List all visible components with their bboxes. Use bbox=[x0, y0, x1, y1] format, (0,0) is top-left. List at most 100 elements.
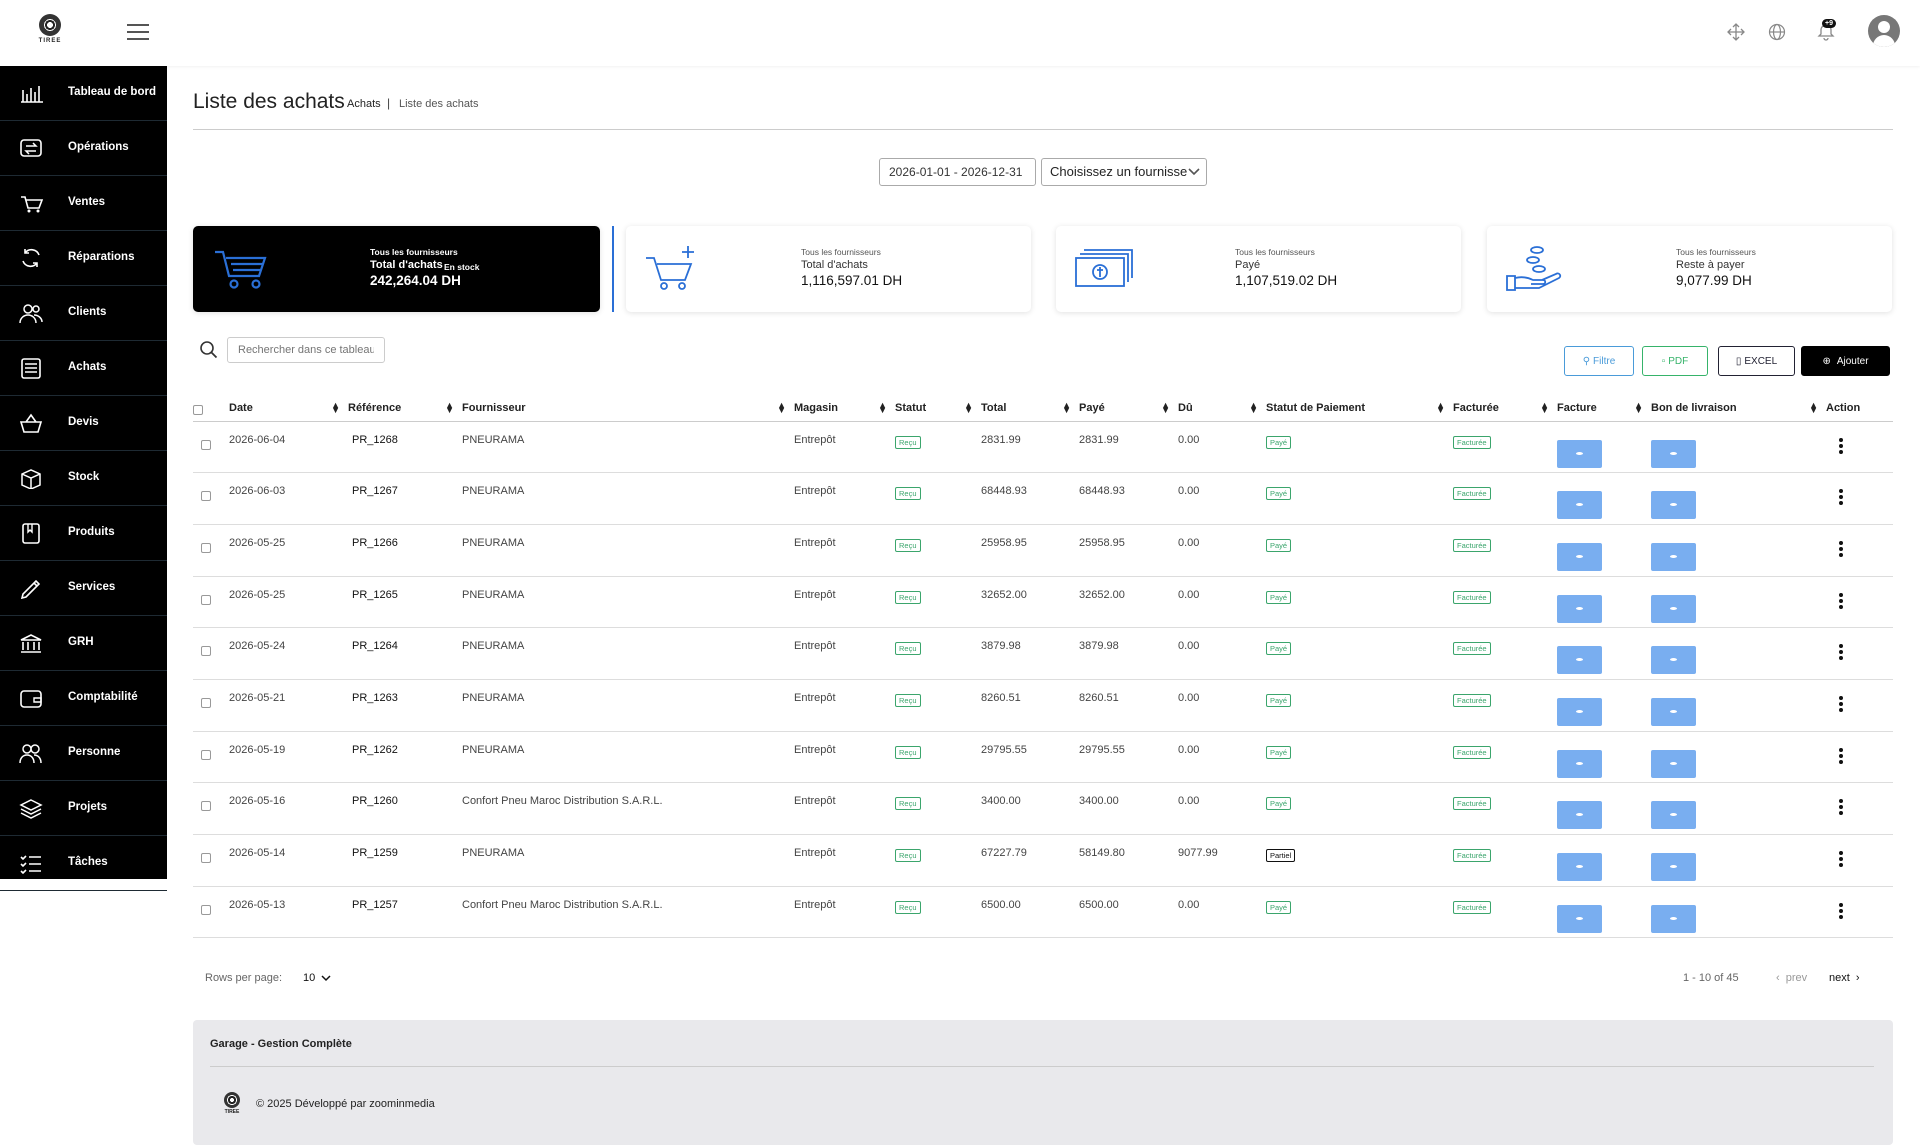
select-all-checkbox[interactable] bbox=[193, 404, 203, 415]
view-invoice-button[interactable] bbox=[1557, 697, 1602, 726]
column-header[interactable]: Statut de Paiement ▲ ▼ bbox=[1266, 396, 1453, 422]
chevron-down-icon[interactable] bbox=[321, 973, 331, 983]
view-delivery-note-button[interactable] bbox=[1651, 646, 1696, 675]
table-row[interactable]: 2026-05-21 PR_1263 PNEURAMA Entrepôt Reçu 826… bbox=[193, 679, 1893, 732]
globe-icon[interactable] bbox=[1767, 22, 1787, 42]
table-row[interactable]: 2026-05-13 PR_1257 Confort Pneu Maroc Dist… bbox=[193, 886, 1893, 939]
search-input[interactable] bbox=[227, 337, 385, 363]
more-vertical-icon[interactable] bbox=[1838, 644, 1844, 664]
table-row[interactable]: 2026-05-14 PR_1259 PNEURAMA Entrepôt Reçu 672… bbox=[193, 834, 1893, 887]
column-header[interactable]: Payé ▲ ▼ bbox=[1079, 396, 1178, 422]
more-vertical-icon[interactable] bbox=[1838, 540, 1844, 561]
table-row[interactable]: 2026-06-04 PR_1268 PNEURAMA Entrepôt Reçu 283… bbox=[193, 421, 1893, 474]
next-page-button[interactable]: next › bbox=[1829, 972, 1860, 984]
column-header[interactable]: Total ▲ ▼ bbox=[981, 396, 1079, 422]
sort-icon[interactable]: ▲ ▼ bbox=[777, 401, 786, 415]
cell-reference[interactable]: PR_1263 bbox=[348, 679, 462, 732]
row-checkbox[interactable] bbox=[201, 853, 211, 863]
view-delivery-note-button[interactable] bbox=[1651, 904, 1696, 933]
user-avatar[interactable] bbox=[1868, 15, 1900, 47]
menu-toggle-icon[interactable] bbox=[127, 24, 149, 40]
row-checkbox[interactable] bbox=[201, 542, 211, 553]
row-checkbox[interactable] bbox=[201, 904, 211, 915]
sort-icon[interactable]: ▲ ▼ bbox=[1161, 401, 1170, 415]
view-invoice-button[interactable] bbox=[1557, 801, 1602, 830]
sidebar-item-produits[interactable]: Produits bbox=[0, 506, 167, 561]
view-delivery-note-button[interactable] bbox=[1651, 801, 1696, 830]
more-vertical-icon[interactable] bbox=[1838, 747, 1844, 768]
sidebar-item-projets[interactable]: Projets bbox=[0, 781, 167, 836]
view-invoice-button[interactable] bbox=[1557, 646, 1602, 675]
search-icon[interactable] bbox=[199, 340, 219, 360]
more-vertical-icon[interactable] bbox=[1838, 695, 1844, 716]
fullscreen-icon[interactable] bbox=[1726, 22, 1746, 42]
sort-icon[interactable]: ▲ ▼ bbox=[1062, 401, 1071, 415]
table-row[interactable]: 2026-06-03 PR_1267 PNEURAMA Entrepôt Reçu 684… bbox=[193, 472, 1893, 525]
more-vertical-icon[interactable] bbox=[1838, 592, 1844, 613]
excel-button[interactable]: ▯ EXCEL bbox=[1718, 346, 1795, 376]
sidebar-item-achats[interactable]: Achats bbox=[0, 341, 167, 396]
prev-page-button[interactable]: ‹ prev bbox=[1776, 972, 1807, 984]
more-vertical-icon[interactable] bbox=[1838, 799, 1844, 819]
sidebar-item-taches[interactable]: Tâches bbox=[0, 836, 167, 891]
view-delivery-note-button[interactable] bbox=[1651, 439, 1696, 468]
column-header[interactable]: Fournisseur ▲ ▼ bbox=[462, 396, 794, 422]
view-delivery-note-button[interactable] bbox=[1651, 594, 1696, 623]
cell-reference[interactable]: PR_1264 bbox=[348, 627, 462, 680]
filter-button[interactable]: ⚲ Filtre bbox=[1564, 346, 1634, 376]
add-button[interactable]: ⊕ Ajouter bbox=[1801, 346, 1890, 376]
sidebar-item-devis[interactable]: Devis bbox=[0, 396, 167, 451]
row-checkbox[interactable] bbox=[201, 801, 211, 812]
column-header[interactable]: Facturée ▲ ▼ bbox=[1453, 396, 1557, 422]
row-checkbox[interactable] bbox=[201, 594, 211, 605]
table-row[interactable]: 2026-05-25 PR_1265 PNEURAMA Entrepôt Reçu 326… bbox=[193, 576, 1893, 629]
more-vertical-icon[interactable] bbox=[1838, 851, 1844, 871]
row-checkbox[interactable] bbox=[201, 439, 211, 450]
more-vertical-icon[interactable] bbox=[1838, 902, 1844, 923]
column-header[interactable]: Magasin ▲ ▼ bbox=[794, 396, 895, 422]
sort-icon[interactable]: ▲ ▼ bbox=[1540, 401, 1549, 415]
view-invoice-button[interactable] bbox=[1557, 594, 1602, 623]
rows-per-page-select[interactable]: 10 bbox=[303, 972, 315, 984]
row-checkbox[interactable] bbox=[201, 646, 211, 657]
cell-reference[interactable]: PR_1268 bbox=[348, 421, 462, 474]
view-delivery-note-button[interactable] bbox=[1651, 491, 1696, 520]
date-range-picker[interactable]: 2026-01-01 - 2026-12-31 bbox=[879, 158, 1036, 186]
brand-logo[interactable]: TIREE bbox=[34, 14, 66, 50]
view-delivery-note-button[interactable] bbox=[1651, 853, 1696, 881]
column-header[interactable]: Statut ▲ ▼ bbox=[895, 396, 981, 422]
view-invoice-button[interactable] bbox=[1557, 904, 1602, 933]
row-checkbox[interactable] bbox=[201, 749, 211, 760]
column-header[interactable]: Référence ▲ ▼ bbox=[348, 396, 462, 422]
cell-reference[interactable]: PR_1259 bbox=[348, 834, 462, 887]
sort-icon[interactable]: ▲ ▼ bbox=[445, 401, 454, 415]
supplier-select[interactable]: Choisissez un fournisseur bbox=[1041, 158, 1207, 186]
view-invoice-button[interactable] bbox=[1557, 491, 1602, 520]
column-header[interactable]: Facture ▲ ▼ bbox=[1557, 396, 1651, 422]
view-invoice-button[interactable] bbox=[1557, 439, 1602, 468]
view-delivery-note-button[interactable] bbox=[1651, 697, 1696, 726]
sidebar-item-stock[interactable]: Stock bbox=[0, 451, 167, 506]
sort-icon[interactable]: ▲ ▼ bbox=[964, 401, 973, 415]
cell-reference[interactable]: PR_1265 bbox=[348, 576, 462, 629]
row-checkbox[interactable] bbox=[201, 491, 211, 502]
view-invoice-button[interactable] bbox=[1557, 542, 1602, 571]
sidebar-item-services[interactable]: Services bbox=[0, 561, 167, 616]
pdf-button[interactable]: ▫ PDF bbox=[1642, 346, 1708, 376]
sidebar-item-comptabilite[interactable]: Comptabilité bbox=[0, 671, 167, 726]
table-row[interactable]: 2026-05-24 PR_1264 PNEURAMA Entrepôt Reçu 387… bbox=[193, 627, 1893, 680]
table-row[interactable]: 2026-05-16 PR_1260 Confort Pneu Maroc Dist… bbox=[193, 782, 1893, 835]
sort-icon[interactable]: ▲ ▼ bbox=[331, 401, 340, 415]
sort-icon[interactable]: ▲ ▼ bbox=[1809, 401, 1818, 415]
sidebar-item-ventes[interactable]: Ventes bbox=[0, 176, 167, 231]
cell-reference[interactable]: PR_1257 bbox=[348, 886, 462, 939]
view-invoice-button[interactable] bbox=[1557, 853, 1602, 881]
more-vertical-icon[interactable] bbox=[1838, 437, 1844, 458]
column-header[interactable]: Dû ▲ ▼ bbox=[1178, 396, 1266, 422]
column-header[interactable]: Date ▲ ▼ bbox=[229, 396, 348, 422]
sort-icon[interactable]: ▲ ▼ bbox=[878, 401, 887, 415]
sidebar-item-tableau-de-bord[interactable]: Tableau de bord bbox=[0, 66, 167, 121]
view-delivery-note-button[interactable] bbox=[1651, 542, 1696, 571]
table-row[interactable]: 2026-05-25 PR_1266 PNEURAMA Entrepôt Reçu 259… bbox=[193, 524, 1893, 577]
sort-icon[interactable]: ▲ ▼ bbox=[1436, 401, 1445, 415]
